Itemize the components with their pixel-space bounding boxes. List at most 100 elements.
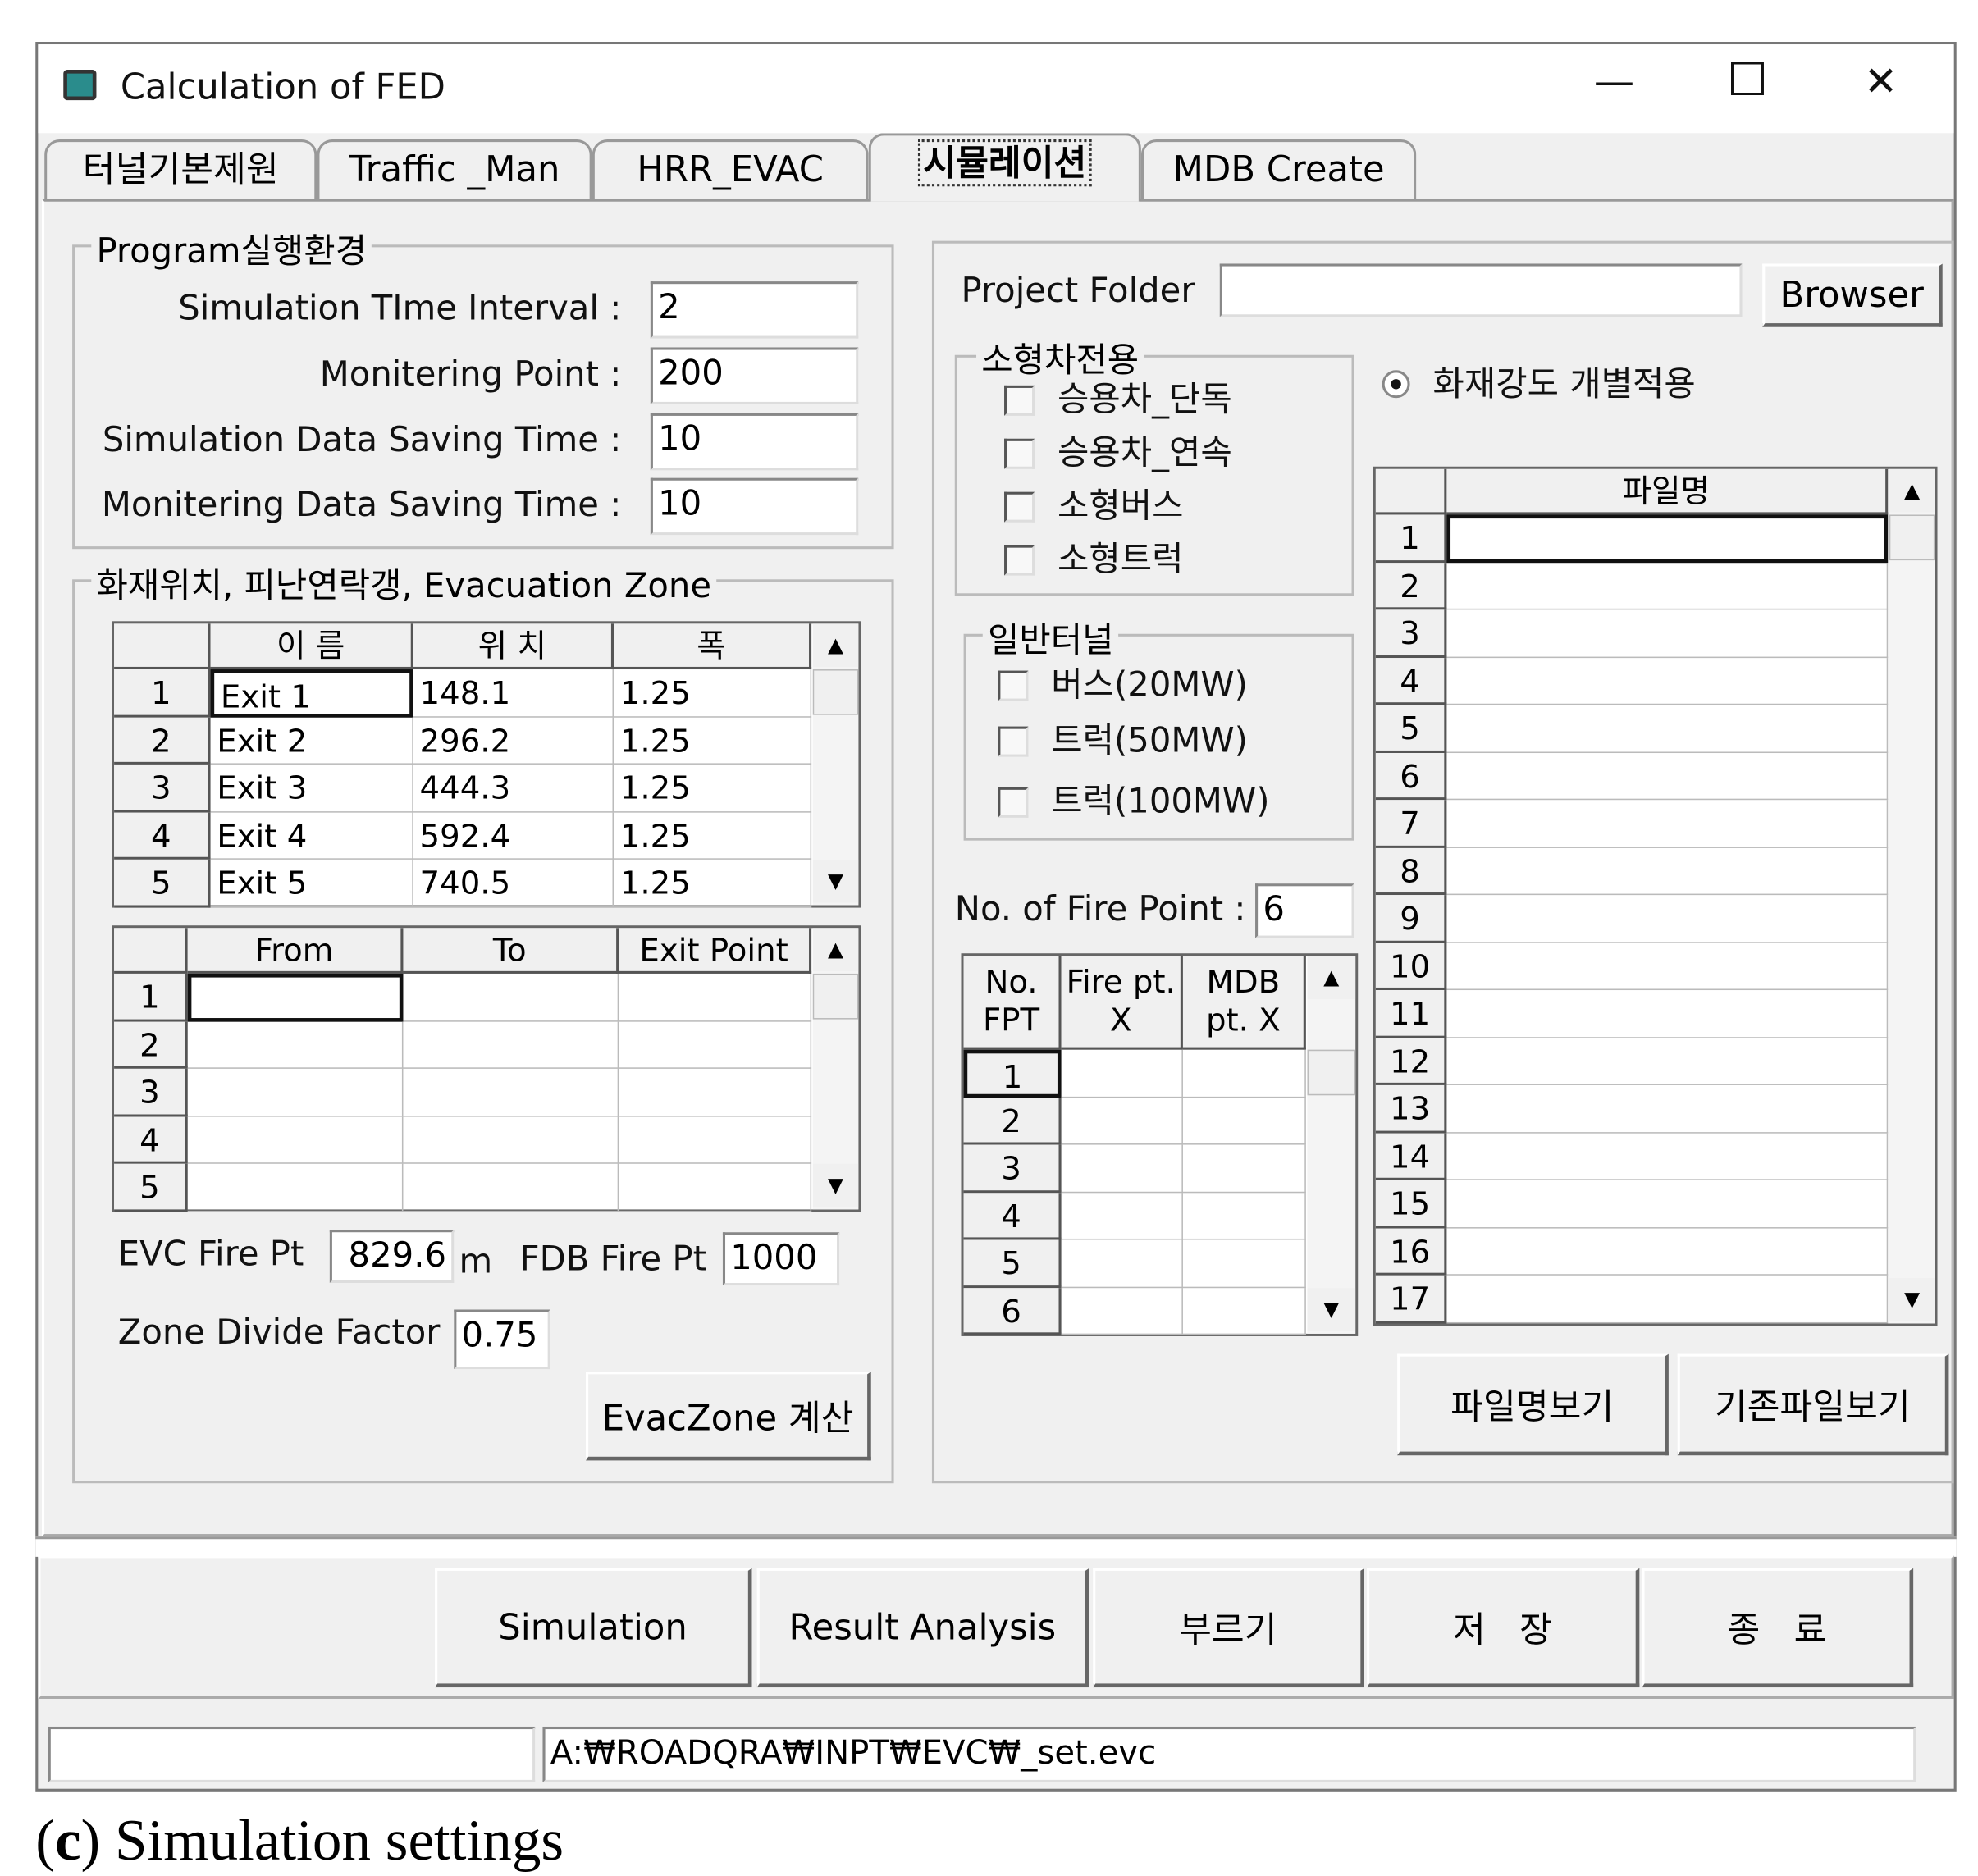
tab-simulation[interactable]: 시뮬레이션 — [868, 133, 1141, 202]
checkbox[interactable] — [998, 670, 1029, 701]
checkbox[interactable] — [1004, 545, 1035, 576]
grid-cell[interactable]: 296.2 — [413, 716, 614, 765]
grid-cell[interactable] — [403, 973, 619, 1021]
tab-hrr-evac[interactable]: HRR_EVAC — [592, 139, 869, 201]
env-field-input[interactable]: 10 — [650, 413, 859, 471]
scroll-down-arrow-icon[interactable]: ▼ — [1307, 1288, 1356, 1331]
grid-cell[interactable] — [1446, 847, 1889, 896]
env-field-input[interactable]: 2 — [650, 281, 859, 339]
grid-cell[interactable]: Exit 3 — [210, 764, 413, 812]
grid-cell[interactable] — [1446, 1180, 1889, 1228]
checkbox[interactable] — [998, 726, 1029, 757]
tab-tunnel-spec[interactable]: 터널기본제원 — [44, 139, 317, 201]
grid-cell[interactable] — [1182, 1049, 1306, 1098]
scroll-up-arrow-icon[interactable]: ▲ — [812, 928, 859, 971]
tab-traffic-man[interactable]: Traffic _Man — [317, 139, 592, 201]
grid-cell[interactable] — [187, 973, 404, 1021]
grid-cell[interactable] — [403, 1163, 619, 1212]
scroll-down-arrow-icon[interactable]: ▼ — [1889, 1277, 1935, 1321]
grid-cell[interactable]: 592.4 — [413, 811, 614, 860]
bottom-button-4[interactable]: 종 료 — [1642, 1568, 1914, 1688]
grid-cell[interactable]: 148.1 — [413, 669, 614, 717]
bottom-button-0[interactable]: Simulation — [435, 1568, 752, 1688]
grid-cell[interactable] — [1182, 1287, 1306, 1335]
grid-cell[interactable] — [619, 1163, 812, 1212]
scroll-down-arrow-icon[interactable]: ▼ — [812, 1163, 859, 1207]
exit-grid[interactable]: 이 름위 치 폭 1 Exit 1 148.1 1.25 2 Exit 2 296.2 1.25 3… — [112, 621, 861, 908]
scrollbar[interactable]: ▲ ▼ — [812, 623, 859, 906]
checkbox[interactable] — [1004, 385, 1035, 416]
fpt-grid[interactable]: No. FPT Fire pt. X MDB pt. X 1 2 3 4 5 6 ▲ ▼ — [961, 953, 1359, 1336]
grid-cell[interactable]: 444.3 — [413, 764, 614, 812]
grid-cell[interactable] — [1446, 895, 1889, 943]
grid-cell[interactable] — [1446, 1084, 1889, 1133]
grid-cell[interactable] — [1061, 1287, 1183, 1335]
scroll-thumb[interactable] — [1889, 514, 1935, 561]
grid-cell[interactable] — [1061, 1144, 1183, 1193]
evaczone-calc-button[interactable]: EvacZone 계산 — [586, 1372, 871, 1461]
grid-cell[interactable] — [403, 1068, 619, 1116]
evc-fire-pt-input[interactable]: 829.6 — [329, 1230, 455, 1284]
grid-cell[interactable] — [187, 1068, 404, 1116]
grid-cell[interactable] — [1446, 1037, 1889, 1085]
grid-cell[interactable]: 1.25 — [614, 716, 812, 765]
grid-cell[interactable] — [1446, 657, 1889, 705]
grid-cell[interactable] — [1446, 990, 1889, 1038]
grid-cell[interactable] — [187, 1163, 404, 1212]
grid-cell[interactable] — [1446, 752, 1889, 801]
scroll-thumb[interactable] — [812, 973, 859, 1020]
grid-cell[interactable] — [1061, 1192, 1183, 1240]
grid-cell[interactable]: 1.25 — [614, 669, 812, 717]
fdb-fire-pt-input[interactable]: 1000 — [722, 1232, 840, 1286]
project-folder-input[interactable] — [1219, 263, 1743, 317]
scroll-thumb[interactable] — [812, 669, 859, 715]
grid-cell[interactable] — [187, 1020, 404, 1069]
grid-cell[interactable] — [1446, 1132, 1889, 1180]
grid-cell[interactable] — [619, 1020, 812, 1069]
scroll-thumb[interactable] — [1307, 1049, 1356, 1096]
radio-individual-fire[interactable] — [1382, 370, 1410, 399]
bottom-button-3[interactable]: 저 장 — [1367, 1568, 1640, 1688]
grid-cell[interactable]: Exit 1 — [210, 669, 413, 717]
filename-view-button[interactable]: 파일명보기 — [1397, 1353, 1669, 1456]
grid-cell[interactable] — [403, 1116, 619, 1164]
zone-grid[interactable]: From To Exit Point 1 2 3 4 5 ▲ ▼ — [112, 925, 861, 1212]
checkbox[interactable] — [998, 787, 1029, 818]
maximize-button[interactable]: ☐ — [1727, 57, 1768, 104]
grid-cell[interactable] — [1446, 609, 1889, 658]
env-field-input[interactable]: 200 — [650, 347, 859, 405]
grid-cell[interactable] — [1182, 1144, 1306, 1193]
grid-cell[interactable] — [1182, 1239, 1306, 1288]
browser-button[interactable]: Browser — [1762, 263, 1943, 327]
grid-cell[interactable] — [1061, 1239, 1183, 1288]
scroll-down-arrow-icon[interactable]: ▼ — [812, 859, 859, 903]
zone-divide-input[interactable]: 0.75 — [454, 1309, 550, 1370]
grid-cell[interactable] — [403, 1020, 619, 1069]
scrollbar[interactable]: ▲ ▼ — [812, 928, 859, 1210]
grid-cell[interactable] — [1446, 705, 1889, 753]
fire-point-input[interactable]: 6 — [1255, 883, 1354, 938]
minimize-button[interactable]: — — [1594, 61, 1634, 101]
existing-file-button[interactable]: 기존파일보기 — [1677, 1353, 1949, 1456]
scroll-up-arrow-icon[interactable]: ▲ — [1307, 956, 1356, 999]
file-grid[interactable]: 파일명 1 2 3 4 5 6 7 8 9 10 11 12 13 14 15 16 17 ▲ ▼ — [1373, 466, 1938, 1326]
grid-cell[interactable] — [1061, 1049, 1183, 1098]
grid-cell[interactable]: 1.25 — [614, 811, 812, 860]
scrollbar[interactable]: ▲ ▼ — [1889, 468, 1935, 1324]
grid-cell[interactable] — [619, 1116, 812, 1164]
grid-cell[interactable] — [1182, 1097, 1306, 1145]
bottom-button-1[interactable]: Result Analysis — [756, 1568, 1089, 1688]
grid-cell[interactable]: Exit 5 — [210, 859, 413, 907]
scroll-up-arrow-icon[interactable]: ▲ — [1889, 468, 1935, 513]
scroll-up-arrow-icon[interactable]: ▲ — [812, 623, 859, 667]
close-button[interactable]: ✕ — [1864, 61, 1898, 101]
env-field-input[interactable]: 10 — [650, 477, 859, 536]
grid-cell[interactable]: Exit 2 — [210, 716, 413, 765]
grid-cell[interactable] — [619, 1068, 812, 1116]
tab-mdb-create[interactable]: MDB Create — [1140, 139, 1417, 201]
grid-cell[interactable] — [1446, 1227, 1889, 1276]
grid-cell[interactable]: 1.25 — [614, 764, 812, 812]
scrollbar[interactable]: ▲ ▼ — [1307, 956, 1356, 1334]
grid-cell[interactable] — [187, 1116, 404, 1164]
grid-cell[interactable] — [1446, 1275, 1889, 1323]
